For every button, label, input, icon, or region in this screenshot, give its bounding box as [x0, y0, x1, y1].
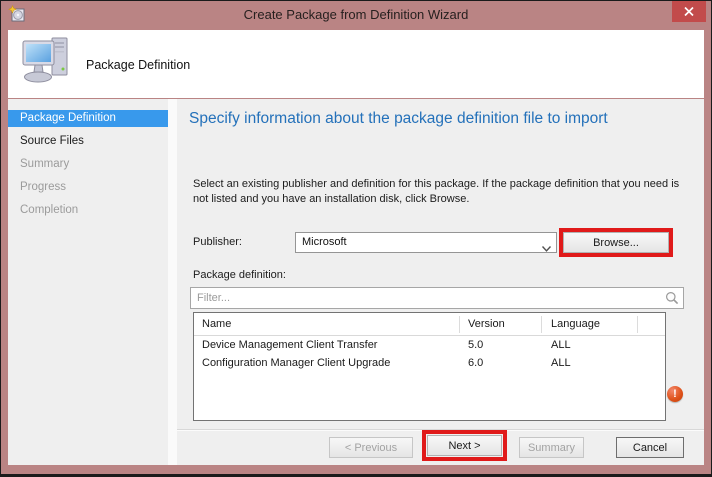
cell-name: Device Management Client Transfer — [202, 339, 378, 351]
table-row[interactable]: Device Management Client Transfer 5.0 AL… — [194, 336, 665, 354]
previous-button: < Previous — [329, 437, 413, 458]
sidebar-item-summary: Summary — [20, 158, 70, 170]
sidebar-divider — [168, 99, 177, 465]
publisher-label: Publisher: — [193, 236, 242, 248]
instruction-text: Select an existing publisher and definit… — [193, 177, 679, 207]
close-icon — [684, 7, 694, 16]
instruction-line: not listed and you have an installation … — [193, 193, 470, 205]
table-row[interactable]: Configuration Manager Client Upgrade 6.0… — [194, 354, 665, 372]
search-icon — [665, 291, 679, 310]
browse-annotation: Browse... — [559, 228, 673, 257]
cell-language: ALL — [551, 339, 571, 351]
publisher-dropdown-value: Microsoft — [302, 236, 347, 248]
filter-box — [190, 287, 684, 309]
titlebar[interactable]: Create Package from Definition Wizard — [1, 1, 711, 30]
page-title: Package Definition — [86, 58, 191, 72]
main-content: Specify information about the package de… — [177, 99, 704, 465]
table-header: Name Version Language — [194, 313, 665, 336]
browse-button[interactable]: Browse... — [563, 232, 669, 253]
publisher-dropdown[interactable]: Microsoft — [295, 232, 557, 253]
summary-button: Summary — [519, 437, 584, 458]
cell-name: Configuration Manager Client Upgrade — [202, 357, 391, 369]
column-header-filler — [638, 316, 665, 333]
screenshot: Create Package from Definition Wizard Pa… — [0, 0, 712, 477]
computer-icon — [21, 34, 77, 95]
wizard-header: Package Definition — [8, 30, 704, 98]
validation-error-icon[interactable]: ! — [667, 386, 683, 402]
sidebar-item-source-files[interactable]: Source Files — [8, 133, 168, 150]
cancel-button[interactable]: Cancel — [616, 437, 684, 458]
package-definition-label: Package definition: — [193, 269, 286, 281]
wizard-window: Create Package from Definition Wizard Pa… — [1, 1, 711, 474]
column-header-version[interactable]: Version — [460, 315, 542, 333]
instruction-line: Select an existing publisher and definit… — [193, 178, 680, 190]
column-header-language[interactable]: Language — [542, 315, 638, 333]
next-annotation: Next > — [422, 430, 507, 461]
page-heading: Specify information about the package de… — [189, 110, 608, 127]
filter-input[interactable] — [191, 288, 659, 308]
package-definition-table: Name Version Language Device Management … — [193, 312, 666, 421]
column-header-name[interactable]: Name — [194, 315, 460, 333]
cell-version: 5.0 — [468, 339, 484, 351]
chevron-down-icon — [541, 240, 552, 259]
next-button[interactable]: Next > — [427, 435, 502, 456]
sidebar-item-package-definition[interactable]: Package Definition — [8, 110, 168, 127]
cell-version: 6.0 — [468, 357, 484, 369]
close-button[interactable] — [672, 1, 706, 22]
cell-language: ALL — [551, 357, 571, 369]
window-title: Create Package from Definition Wizard — [243, 7, 469, 22]
sidebar-item-completion: Completion — [20, 204, 79, 216]
wizard-steps-sidebar: Package Definition Source Files Summary … — [8, 99, 168, 465]
sidebar-item-progress: Progress — [20, 181, 67, 193]
